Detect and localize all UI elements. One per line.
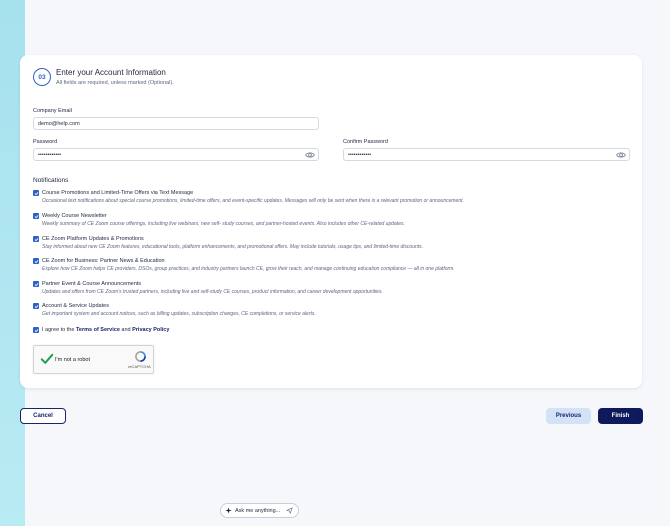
check-icon xyxy=(34,304,38,308)
notification-description: Occasional text notifications about spec… xyxy=(42,198,464,204)
notification-title: CE Zoom for Business: Partner News & Edu… xyxy=(42,257,165,264)
recaptcha-logo-icon xyxy=(135,351,146,362)
notification-checkbox[interactable] xyxy=(33,190,39,196)
notification-title: Account & Service Updates xyxy=(42,302,109,309)
recaptcha-label: I'm not a robot xyxy=(55,357,90,363)
notification-description: Updates and offers from CE Zoom's truste… xyxy=(42,289,383,295)
password-value: •••••••••••• xyxy=(38,151,62,158)
company-email-value: demo@help.com xyxy=(38,120,80,127)
notification-description: Weekly summary of CE Zoom course offerin… xyxy=(42,221,405,227)
company-email-field[interactable]: demo@help.com xyxy=(33,117,319,130)
notification-checkbox[interactable] xyxy=(33,236,39,242)
terms-text: I agree to the Terms of Service and Priv… xyxy=(42,327,169,333)
send-icon[interactable] xyxy=(286,507,293,514)
sparkle-icon xyxy=(225,507,232,514)
check-icon xyxy=(34,328,38,332)
finish-button[interactable]: Finish xyxy=(598,408,643,424)
notification-title: CE Zoom Platform Updates & Promotions xyxy=(42,235,144,242)
company-email-label: Company Email xyxy=(33,108,72,114)
password-field[interactable]: •••••••••••• xyxy=(33,148,319,161)
notification-description: Stay informed about new CE Zoom features… xyxy=(42,244,424,250)
terms-and: and xyxy=(119,326,133,333)
check-icon xyxy=(34,259,38,263)
notification-title: Course Promotions and Limited-Time Offer… xyxy=(42,189,194,196)
terms-of-service-link[interactable]: Terms of Service xyxy=(76,327,120,333)
terms-prefix: I agree to the xyxy=(42,326,76,333)
notification-checkbox[interactable] xyxy=(33,303,39,309)
password-label: Password xyxy=(33,139,58,145)
notification-title: Weekly Course Newsletter xyxy=(42,212,107,219)
confirm-password-field[interactable]: •••••••••••• xyxy=(343,148,630,161)
recaptcha-brand: reCAPTCHA xyxy=(128,364,151,369)
notification-checkbox[interactable] xyxy=(33,258,39,264)
account-info-card: 03 Enter your Account Information All fi… xyxy=(20,55,642,388)
recaptcha-check-icon[interactable] xyxy=(40,352,54,366)
check-icon xyxy=(34,214,38,218)
notification-description: Explore how CE Zoom helps CE providers, … xyxy=(42,266,455,272)
notification-description: Get important system and account notices… xyxy=(42,311,316,317)
privacy-policy-link[interactable]: Privacy Policy xyxy=(132,327,169,333)
check-icon xyxy=(34,191,38,195)
ask-assistant-input[interactable]: Ask me anything... xyxy=(220,503,299,518)
confirm-password-label: Confirm Password xyxy=(343,139,388,145)
section-title: Enter your Account Information xyxy=(56,68,166,77)
check-icon xyxy=(34,237,38,241)
step-number: 03 xyxy=(38,73,46,81)
recaptcha-widget[interactable]: I'm not a robot reCAPTCHA xyxy=(33,345,154,374)
ask-assistant-placeholder: Ask me anything... xyxy=(235,507,281,514)
section-subtitle: All fields are required, unless marked (… xyxy=(56,80,174,86)
confirm-password-value: •••••••••••• xyxy=(348,151,372,158)
notification-checkbox[interactable] xyxy=(33,213,39,219)
step-badge: 03 xyxy=(33,68,51,86)
notification-checkbox[interactable] xyxy=(33,281,39,287)
cancel-button[interactable]: Cancel xyxy=(20,408,66,424)
notification-title: Partner Event & Course Announcements xyxy=(42,280,142,287)
check-icon xyxy=(34,282,38,286)
eye-icon[interactable] xyxy=(305,150,315,160)
previous-button[interactable]: Previous xyxy=(546,408,591,424)
eye-icon[interactable] xyxy=(616,150,626,160)
notifications-heading: Notifications xyxy=(33,177,69,184)
terms-checkbox[interactable] xyxy=(33,327,39,333)
